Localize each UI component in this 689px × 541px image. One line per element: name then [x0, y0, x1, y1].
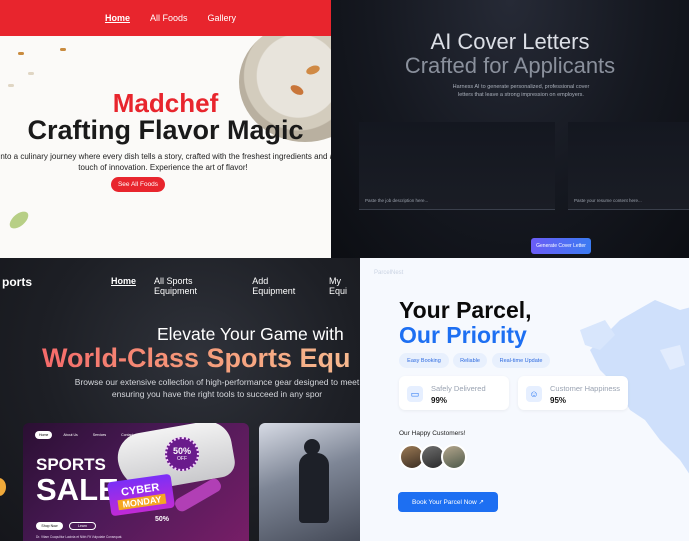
- banner-nav-item: About Us: [63, 433, 78, 437]
- nav-home[interactable]: Home: [111, 276, 136, 296]
- hero-description: Browse our extensive collection of high-…: [67, 376, 360, 400]
- discount-badge-label: OFF: [177, 456, 187, 462]
- stat-label: Safely Delivered: [431, 384, 486, 393]
- hockey-card[interactable]: [259, 423, 360, 541]
- discount-badge: 50% OFF: [165, 437, 199, 471]
- avatar: [441, 444, 467, 470]
- resume-placeholder: Paste your resume content here...: [574, 198, 642, 203]
- brand-logo[interactable]: ParcelNest: [374, 270, 403, 276]
- banner-nav-item: Home: [35, 431, 53, 439]
- resume-textarea[interactable]: Paste your resume content here...: [568, 122, 689, 210]
- cyber-monday-badge: CYBER MONDAY: [106, 473, 176, 517]
- banner-nav: Home About Us Services Contact: [35, 431, 137, 439]
- nav-home[interactable]: Home: [105, 13, 130, 23]
- parcel-panel: ParcelNest Your Parcel, Our Priority Eas…: [360, 258, 689, 541]
- hero-title-gradient: World-Class Sports Equ: [42, 343, 351, 373]
- customers-label: Our Happy Customers!: [399, 430, 466, 437]
- discount-badge-value: 50%: [172, 446, 191, 456]
- spice-decoration: [18, 52, 24, 55]
- banner-fine-print: Dr. Vitam Cuapulitur Lacinia et Nibh Fit…: [36, 535, 123, 539]
- athlete-image: [299, 453, 329, 523]
- stat-card-customer-happiness: ☺ Customer Happiness 95%: [518, 376, 628, 410]
- chip-easy-booking: Easy Booking: [399, 353, 449, 368]
- hero-title: Your Parcel,: [399, 297, 532, 323]
- hero-description-line: Browse our extensive collection of high-…: [74, 377, 360, 387]
- madchef-panel: Home All Foods Gallery Madchef Crafting …: [0, 0, 331, 258]
- spice-decoration: [8, 84, 14, 87]
- hero-title-accent: Our Priority: [399, 322, 527, 348]
- herb-decoration: [6, 208, 32, 232]
- hero-description-line: ensuring you have the right tools to suc…: [111, 389, 323, 399]
- cover-letter-panel: AI Cover Letters Crafted for Applicants …: [331, 0, 689, 258]
- generate-cover-letter-button[interactable]: Generate Cover Letter: [531, 238, 591, 254]
- smile-icon: ☺: [526, 386, 542, 402]
- see-all-foods-button[interactable]: See All Foods: [111, 177, 165, 192]
- nav-gallery[interactable]: Gallery: [208, 13, 237, 23]
- chip-reliable: Reliable: [453, 353, 487, 368]
- hero-description: Harness AI to generate personalized, pro…: [452, 84, 590, 98]
- nav-all-foods[interactable]: All Foods: [150, 13, 188, 23]
- job-description-textarea[interactable]: Paste the job description here...: [359, 122, 555, 210]
- book-parcel-button[interactable]: Book Your Parcel Now ↗: [398, 492, 498, 512]
- nav-my-equipment[interactable]: My Equi: [329, 276, 360, 296]
- nav-add-equipment[interactable]: Add Equipment: [252, 276, 311, 296]
- sports-sale-banner-card[interactable]: Home About Us Services Contact SPORTS SA…: [23, 423, 249, 541]
- discount-percent: 50%: [155, 516, 170, 523]
- banner-title-sale: SALE: [36, 472, 119, 507]
- top-nav: Home All Foods Gallery: [0, 0, 331, 36]
- banner-learn-button: Learn: [69, 522, 96, 530]
- hero-title: Elevate Your Game with: [157, 324, 344, 344]
- top-nav: Home All Sports Equipment Add Equipment …: [111, 276, 360, 296]
- truck-icon: ▭: [407, 386, 423, 402]
- banner-shop-button: Shop Now: [36, 522, 63, 530]
- nav-all-sports-equipment[interactable]: All Sports Equipment: [154, 276, 234, 296]
- stat-label: Customer Happiness: [550, 384, 621, 393]
- stat-value: 99%: [431, 396, 448, 405]
- spice-decoration: [60, 48, 66, 51]
- sports-panel: ports Home All Sports Equipment Add Equi…: [0, 258, 360, 541]
- hero-description: e into a culinary journey where every di…: [0, 152, 331, 172]
- spice-decoration: [28, 72, 34, 75]
- carousel-prev-button[interactable]: [0, 478, 6, 496]
- hero-title: AI Cover Letters: [430, 29, 590, 54]
- stat-card-safely-delivered: ▭ Safely Delivered 99%: [399, 376, 509, 410]
- banner-nav-item: Contact: [121, 433, 134, 437]
- stat-value: 95%: [550, 396, 567, 405]
- job-description-placeholder: Paste the job description here...: [365, 198, 429, 203]
- banner-nav-item: Services: [92, 433, 107, 437]
- chip-real-time-update: Real-time Update: [492, 353, 550, 368]
- brand-logo[interactable]: ports: [2, 275, 32, 289]
- hero-title: Crafting Flavor Magic: [27, 115, 304, 145]
- hero-subtitle-title: Crafted for Applicants: [404, 53, 616, 78]
